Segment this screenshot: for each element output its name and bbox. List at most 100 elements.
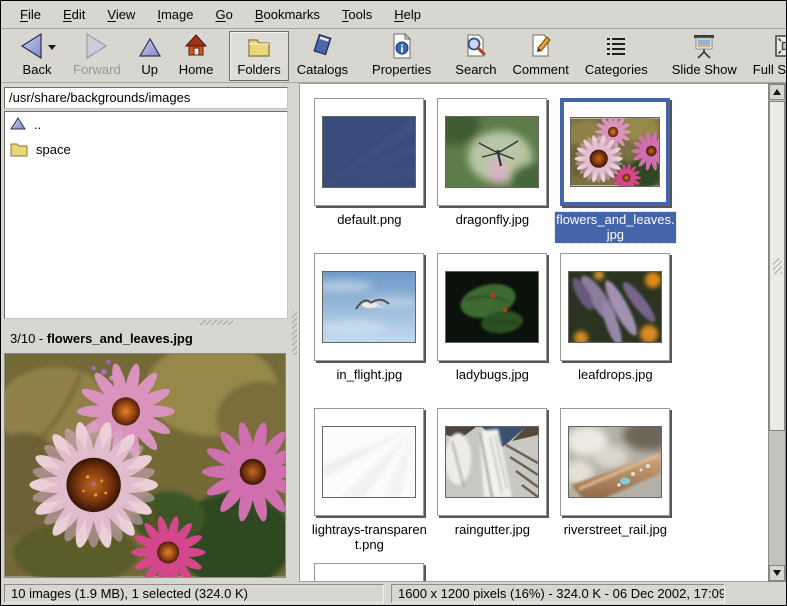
back-button[interactable]: Back bbox=[9, 31, 65, 81]
image-position: 3/10 - bbox=[10, 331, 47, 346]
preview-image bbox=[4, 353, 286, 578]
folder-item-parent[interactable]: .. bbox=[5, 112, 287, 137]
menu-edit[interactable]: Edit bbox=[52, 3, 96, 26]
thumbnail-label: lightrays-transparent.png bbox=[309, 522, 430, 553]
list-icon bbox=[603, 32, 629, 60]
thumbnail-item[interactable]: lightrays-transparent.png bbox=[308, 408, 431, 563]
folders-label: Folders bbox=[237, 62, 280, 77]
thumbnail-image-ladybugs bbox=[445, 271, 539, 343]
thumbnail-image-in-flight bbox=[322, 271, 416, 343]
thumbnail-item-partial[interactable] bbox=[308, 563, 431, 582]
image-filename: flowers_and_leaves.jpg bbox=[47, 331, 193, 346]
thumbnail-item[interactable]: raingutter.jpg bbox=[431, 408, 554, 563]
up-arrow-icon bbox=[137, 32, 163, 60]
slide-show-label: Slide Show bbox=[672, 62, 737, 77]
slide-show-button[interactable]: Slide Show bbox=[664, 31, 745, 81]
thumbnail-image-leafdrops bbox=[568, 271, 662, 343]
thumbnail-label: ladybugs.jpg bbox=[456, 367, 529, 382]
folder-item-space[interactable]: space bbox=[5, 137, 287, 162]
thumbnail-card[interactable] bbox=[437, 408, 547, 516]
folder-item-label: .. bbox=[34, 117, 41, 132]
arrow-down-icon bbox=[773, 570, 781, 576]
menu-help[interactable]: Help bbox=[383, 3, 432, 26]
thumbnail-item[interactable]: ladybugs.jpg bbox=[431, 253, 554, 408]
forward-button[interactable]: Forward bbox=[65, 31, 129, 81]
statusbar: 10 images (1.9 MB), 1 selected (324.0 K)… bbox=[1, 582, 786, 605]
thumbnail-card[interactable] bbox=[437, 253, 547, 361]
thumbnail-label: flowers_and_leaves.jpg bbox=[555, 212, 676, 243]
comment-button[interactable]: Comment bbox=[505, 31, 577, 81]
vertical-paned-divider[interactable] bbox=[291, 83, 299, 582]
folder-list: .. space bbox=[4, 111, 288, 319]
menu-file[interactable]: File bbox=[9, 3, 52, 26]
search-label: Search bbox=[455, 62, 496, 77]
menubar: File Edit View Image Go Bookmarks Tools … bbox=[1, 1, 786, 29]
back-label: Back bbox=[23, 62, 52, 77]
thumbnail-label: default.png bbox=[337, 212, 401, 227]
full-screen-button[interactable]: Full Screen bbox=[745, 31, 787, 81]
projector-screen-icon bbox=[690, 32, 718, 60]
thumbnail-card[interactable] bbox=[560, 408, 670, 516]
thumbnail-card[interactable] bbox=[560, 253, 670, 361]
search-button[interactable]: Search bbox=[447, 31, 504, 81]
document-edit-icon bbox=[528, 32, 554, 60]
properties-label: Properties bbox=[372, 62, 431, 77]
thumbnail-pane: default.png bbox=[299, 83, 768, 582]
up-button[interactable]: Up bbox=[129, 31, 171, 81]
thumbnail-card[interactable] bbox=[314, 563, 424, 582]
thumbnail-card[interactable] bbox=[314, 408, 424, 516]
paned-grip[interactable] bbox=[199, 320, 233, 325]
thumbnail-item[interactable]: default.png bbox=[308, 98, 431, 253]
folder-icon bbox=[245, 32, 273, 60]
properties-button[interactable]: Properties bbox=[364, 31, 439, 81]
thumbnail-label: in_flight.jpg bbox=[336, 367, 402, 382]
menu-image[interactable]: Image bbox=[146, 3, 204, 26]
menu-go[interactable]: Go bbox=[204, 3, 243, 26]
up-triangle-icon bbox=[10, 117, 26, 131]
catalogs-label: Catalogs bbox=[297, 62, 348, 77]
thumbnail-card[interactable] bbox=[314, 98, 424, 206]
up-label: Up bbox=[141, 62, 158, 77]
status-right-text: 1600 x 1200 pixels (16%) - 324.0 K - 06 … bbox=[398, 586, 725, 601]
home-label: Home bbox=[179, 62, 214, 77]
thumbnail-image-default bbox=[322, 116, 416, 188]
thumbnail-image-dragonfly bbox=[445, 116, 539, 188]
horizontal-paned-divider[interactable] bbox=[4, 319, 291, 326]
menu-bookmarks[interactable]: Bookmarks bbox=[244, 3, 331, 26]
image-info-bar: 3/10 - flowers_and_leaves.jpg bbox=[4, 326, 291, 352]
scrollbar-grip bbox=[773, 258, 782, 274]
status-left-text: 10 images (1.9 MB), 1 selected (324.0 K) bbox=[11, 586, 248, 601]
scroll-up-button[interactable] bbox=[769, 84, 785, 100]
thumbnail-item-selected[interactable]: flowers_and_leaves.jpg bbox=[554, 98, 677, 253]
thumbnail-item[interactable]: riverstreet_rail.jpg bbox=[554, 408, 677, 563]
thumbnail-label: raingutter.jpg bbox=[455, 522, 530, 537]
thumbnail-item[interactable]: dragonfly.jpg bbox=[431, 98, 554, 253]
location-entry[interactable] bbox=[4, 87, 288, 109]
scroll-down-button[interactable] bbox=[769, 565, 785, 581]
menu-view[interactable]: View bbox=[96, 3, 146, 26]
full-screen-label: Full Screen bbox=[753, 62, 787, 77]
catalogs-button[interactable]: Catalogs bbox=[289, 31, 356, 81]
vertical-scrollbar[interactable] bbox=[768, 83, 786, 582]
folders-button[interactable]: Folders bbox=[229, 31, 288, 81]
arrow-up-icon bbox=[773, 89, 781, 95]
back-arrow-icon bbox=[17, 32, 57, 60]
thumbnail-card[interactable] bbox=[314, 253, 424, 361]
thumbnail-label: riverstreet_rail.jpg bbox=[564, 522, 667, 537]
categories-button[interactable]: Categories bbox=[577, 31, 656, 81]
thumbnail-image-partial bbox=[322, 581, 416, 582]
thumbnail-item[interactable]: in_flight.jpg bbox=[308, 253, 431, 408]
document-info-icon bbox=[389, 32, 415, 60]
document-search-icon bbox=[463, 32, 489, 60]
status-images-summary: 10 images (1.9 MB), 1 selected (324.0 K) bbox=[4, 584, 384, 603]
thumbnail-card[interactable] bbox=[437, 98, 547, 206]
menu-tools[interactable]: Tools bbox=[331, 3, 383, 26]
toolbar: Back Forward Up Hom bbox=[1, 29, 786, 83]
thumbnail-item[interactable]: leafdrops.jpg bbox=[554, 253, 677, 408]
paned-grip[interactable] bbox=[292, 311, 297, 355]
comment-label: Comment bbox=[513, 62, 569, 77]
scrollbar-thumb[interactable] bbox=[769, 101, 785, 431]
thumbnail-card[interactable] bbox=[560, 98, 670, 206]
status-image-details: 1600 x 1200 pixels (16%) - 324.0 K - 06 … bbox=[391, 584, 725, 603]
home-button[interactable]: Home bbox=[171, 31, 222, 81]
